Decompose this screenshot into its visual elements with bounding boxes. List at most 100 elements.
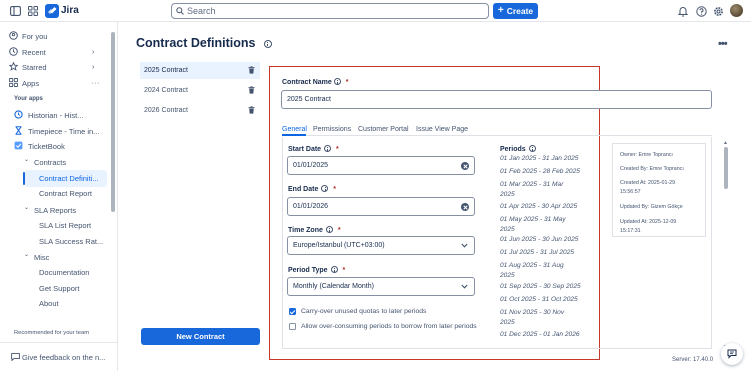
info-icon[interactable]: [325, 226, 333, 233]
tab-issue-view-page[interactable]: Issue View Page: [416, 126, 468, 133]
list-item[interactable]: 2025 Contract: [140, 62, 260, 79]
period-item: 01 May 2025 - 31 May 2025: [500, 216, 566, 233]
chevron-down-icon[interactable]: ⌄: [24, 251, 29, 258]
scroll-up-arrow-icon[interactable]: ▲: [723, 140, 728, 146]
end-date-field[interactable]: 01/01/2026: [287, 197, 475, 216]
feedback-icon: [11, 353, 20, 361]
info-icon[interactable]: [263, 40, 272, 48]
chevron-down-icon: [461, 243, 468, 248]
jira-logo-icon[interactable]: [45, 4, 59, 18]
for-you-icon: [9, 31, 18, 40]
sidebar-item-contract-definitions[interactable]: Contract Definiti...: [39, 174, 99, 183]
period-item: 01 Jul 2025 - 31 Jul 2025: [500, 249, 575, 256]
trash-icon[interactable]: [248, 106, 255, 114]
sidebar: For you Recent › Starred › Apps ··· Your…: [0, 22, 118, 371]
sidebar-item-documentation[interactable]: Documentation: [39, 268, 89, 277]
content-scrollbar[interactable]: [724, 147, 728, 189]
list-item[interactable]: 2026 Contract: [140, 102, 260, 119]
search-input[interactable]: Search: [171, 3, 489, 19]
user-avatar[interactable]: [730, 4, 743, 17]
start-date-field[interactable]: 01/01/2025: [287, 156, 475, 175]
periods-heading: Periods: [500, 145, 536, 153]
tab-permissions[interactable]: Permissions: [313, 126, 351, 133]
info-icon[interactable]: [528, 145, 536, 152]
time-zone-select[interactable]: Europe/Istanbul (UTC+03:00): [287, 236, 475, 255]
contract-name-field[interactable]: 2025 Contract: [281, 90, 712, 109]
active-tab-indicator: [282, 134, 306, 136]
sidebar-recommended-heading: Recommended for your team: [14, 330, 90, 336]
page-title-text: Contract Definitions: [136, 36, 256, 50]
sidebar-item-contract-report[interactable]: Contract Report: [39, 189, 92, 198]
sidebar-item-timepiece[interactable]: Timepiece - Time in...: [28, 127, 99, 136]
sidebar-item-get-support[interactable]: Get Support: [39, 284, 79, 293]
time-zone-label: Time Zone *: [288, 226, 341, 234]
server-version: Server: 17.40.0: [672, 357, 714, 363]
chevron-right-icon[interactable]: ›: [92, 62, 95, 71]
carry-over-checkbox[interactable]: [289, 308, 296, 315]
sidebar-item-apps[interactable]: Apps: [22, 79, 39, 88]
info-icon[interactable]: [324, 145, 332, 152]
tab-general[interactable]: General: [282, 126, 307, 133]
settings-icon[interactable]: [711, 4, 725, 18]
chevron-right-icon[interactable]: ›: [92, 47, 95, 56]
sidebar-feedback-link[interactable]: Give feedback on the n...: [22, 353, 105, 362]
list-item[interactable]: 2024 Contract: [140, 82, 260, 99]
timepiece-app-icon: [15, 126, 22, 135]
create-button-label: Create: [506, 6, 534, 16]
period-type-select[interactable]: Monthly (Calendar Month): [287, 277, 475, 296]
ticketbook-app-icon: [14, 141, 23, 150]
sidebar-item-misc[interactable]: Misc: [34, 253, 49, 262]
meta-updated-at: Updated At: 2025-12-09: [620, 219, 677, 225]
sidebar-item-recent[interactable]: Recent: [22, 48, 46, 57]
feedback-button[interactable]: [721, 343, 743, 365]
sidebar-item-sla-reports[interactable]: SLA Reports: [34, 206, 76, 215]
new-contract-button[interactable]: New Contract: [141, 328, 260, 345]
contract-meta-box: Owner: Emre Toprancı Created By: Emre To…: [612, 143, 706, 237]
sidebar-item-for-you[interactable]: For you: [22, 32, 47, 41]
trash-icon[interactable]: [248, 86, 255, 94]
app-switcher-icon[interactable]: [26, 4, 40, 18]
info-icon[interactable]: [330, 266, 338, 273]
tab-customer-portal[interactable]: Customer Portal: [358, 126, 409, 133]
trash-icon[interactable]: [248, 66, 255, 74]
notifications-icon[interactable]: [676, 4, 690, 18]
info-icon[interactable]: [333, 78, 341, 85]
page-title: Contract Definitions: [136, 36, 272, 50]
tab-bar-divider: [282, 135, 712, 136]
period-item: 01 Dec 2025 - 01 Jan 2026: [500, 331, 580, 338]
sidebar-scrollbar[interactable]: [111, 32, 115, 212]
chevron-down-icon[interactable]: ⌄: [24, 156, 29, 163]
sidebar-footer: Give feedback on the n...: [0, 342, 118, 371]
sidebar-item-about[interactable]: About: [39, 299, 59, 308]
chevron-down-icon[interactable]: ⌄: [24, 204, 29, 211]
info-icon[interactable]: [321, 185, 329, 192]
period-item: 01 Aug 2025 - 31 Aug 2025: [500, 262, 564, 279]
sidebar-item-sla-success-rate[interactable]: SLA Success Rat...: [39, 237, 103, 246]
period-item: 01 Feb 2025 - 28 Feb 2025: [500, 168, 580, 175]
clear-icon[interactable]: [461, 162, 469, 170]
apps-icon: [9, 78, 18, 87]
create-button[interactable]: + Create: [493, 3, 538, 19]
meta-updated-by: Updated By: Gizem Gökçe: [620, 204, 683, 210]
top-navigation-bar: Jira Search + Create: [0, 0, 751, 22]
meta-owner: Owner: Emre Toprancı: [620, 152, 673, 158]
sidebar-item-starred[interactable]: Starred: [22, 63, 47, 72]
clock-icon: [9, 47, 18, 56]
borrow-checkbox[interactable]: [289, 323, 296, 330]
carry-over-label: Carry-over unused quotas to later period…: [301, 308, 427, 315]
more-options-icon[interactable]: ···: [91, 78, 100, 87]
sidebar-toggle-icon[interactable]: [8, 4, 22, 18]
sidebar-item-sla-list-report[interactable]: SLA List Report: [39, 221, 91, 230]
meta-created-time: 15:56:57: [620, 189, 641, 195]
clear-icon[interactable]: [461, 203, 469, 211]
meta-updated-time: 15:17:31: [620, 228, 641, 234]
sidebar-item-ticketbook[interactable]: TicketBook: [28, 142, 65, 151]
help-icon[interactable]: [694, 4, 708, 18]
app-name[interactable]: Jira: [61, 5, 79, 16]
period-item: 01 Oct 2025 - 31 Oct 2025: [500, 296, 578, 303]
contract-list: 2025 Contract 2024 Contract 2026 Contrac…: [140, 62, 260, 122]
sidebar-item-historian[interactable]: Historian - Hist...: [28, 111, 83, 120]
more-actions-icon[interactable]: •••: [718, 38, 728, 50]
sidebar-item-contracts[interactable]: Contracts: [34, 158, 66, 167]
search-placeholder: Search: [187, 6, 216, 16]
